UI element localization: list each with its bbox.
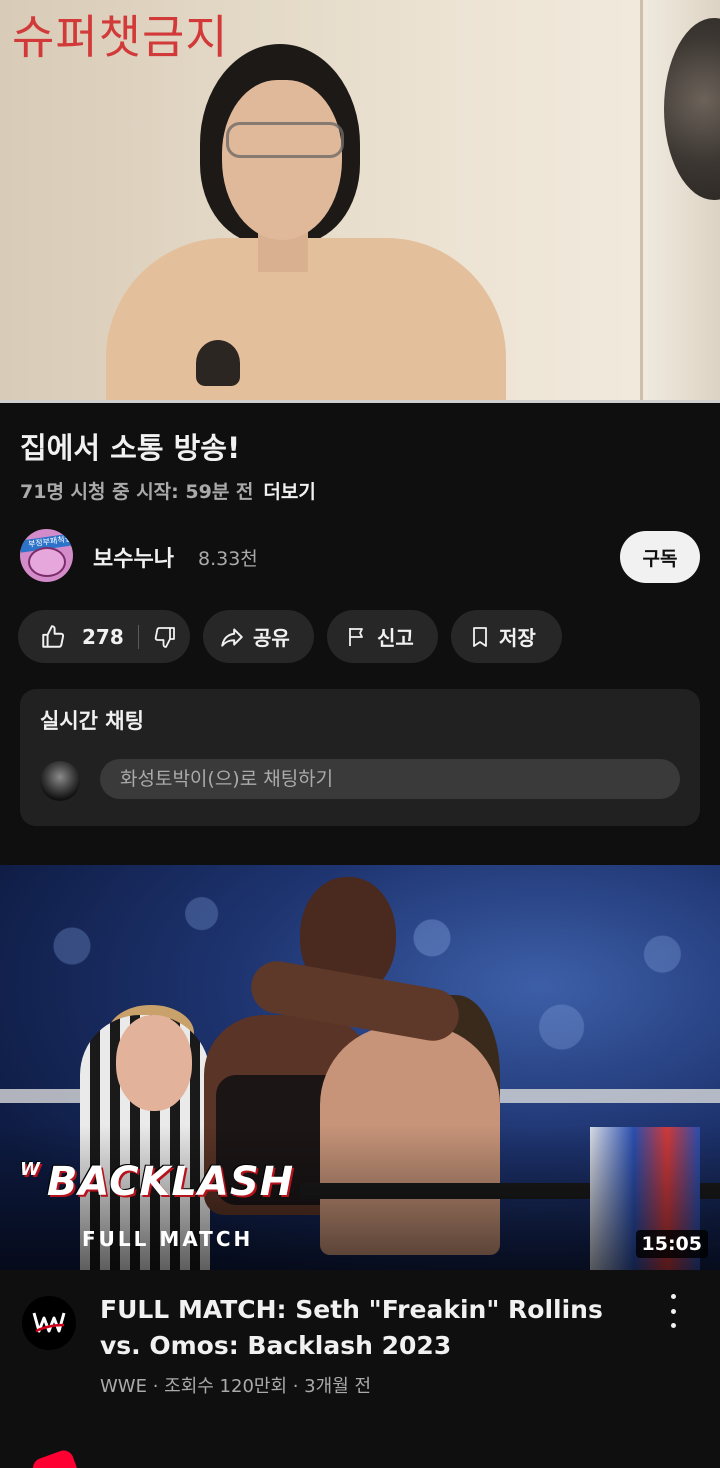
streamer-face [222,80,342,240]
full-match-label: FULL MATCH [82,1227,254,1251]
recommended-thumbnail[interactable]: W BACKLASH FULL MATCH 15:05 [0,865,720,1270]
streamer-glasses [226,122,344,158]
wwe-logo-icon [32,1312,66,1333]
thumbs-up-icon[interactable] [40,624,66,650]
report-button[interactable]: 신고 [327,610,438,663]
share-label: 공유 [253,626,290,650]
flag-icon [345,625,369,649]
like-dislike-pill: 278 [18,610,190,663]
recommended-video-info[interactable]: FULL MATCH: Seth "Freakin" Rollins vs. O… [0,1270,720,1468]
referee-head [116,1015,192,1111]
duration-badge: 15:05 [635,1230,708,1258]
video-title: 집에서 소통 방송! [20,431,241,465]
user-avatar [40,761,80,801]
channel-avatar[interactable]: 부정부패척결 [20,529,73,582]
bookmark-icon [469,625,491,649]
recommended-video-title[interactable]: FULL MATCH: Seth "Freakin" Rollins vs. O… [100,1292,640,1364]
channel-name[interactable]: 보수누나 [93,541,174,573]
share-button[interactable]: 공유 [203,610,314,663]
video-meta[interactable]: 71명 시청 중 시작: 59분 전 더보기 [20,477,316,504]
more-link[interactable]: 더보기 [263,481,315,503]
like-divider [137,624,139,649]
view-and-start-text: 71명 시청 중 시작: 59분 전 [20,481,254,503]
wwe-channel-avatar[interactable] [22,1296,76,1350]
avatar-face [28,547,66,577]
like-count[interactable]: 278 [82,625,124,649]
wwe-mini-logo: W [20,1159,41,1180]
video-overlay-text: 슈퍼챗금지 [12,10,229,64]
subscribe-button[interactable]: 구독 [620,531,700,583]
report-label: 신고 [377,626,414,650]
background-door [640,0,643,403]
share-icon [219,624,245,650]
save-button[interactable]: 저장 [451,610,562,663]
recommended-video-meta: WWE · 조회수 120만회 · 3개월 전 [100,1376,372,1397]
next-item-peek [30,1447,80,1468]
video-info: 집에서 소통 방송! 71명 시청 중 시작: 59분 전 더보기 부정부패척결 … [0,403,720,853]
channel-row: 부정부패척결 보수누나 8.33천 구독 [20,529,700,585]
more-vert-icon[interactable] [660,1294,686,1328]
chat-input[interactable]: 화성토박이(으)로 채팅하기 [100,759,680,799]
shirt-logo [196,340,240,386]
live-chat-title: 실시간 채팅 [40,709,144,733]
save-label: 저장 [499,626,536,650]
live-chat-card[interactable]: 실시간 채팅 화성토박이(으)로 채팅하기 [20,689,700,826]
thumbs-down-icon[interactable] [153,625,177,649]
video-player[interactable]: 슈퍼챗금지 [0,0,720,403]
backlash-logo-text: BACKLASH [46,1159,295,1205]
subscriber-count: 8.33천 [198,548,258,570]
backlash-logo: W BACKLASH [20,1159,294,1205]
action-bar: 278 공유 신고 저장 [18,610,718,664]
